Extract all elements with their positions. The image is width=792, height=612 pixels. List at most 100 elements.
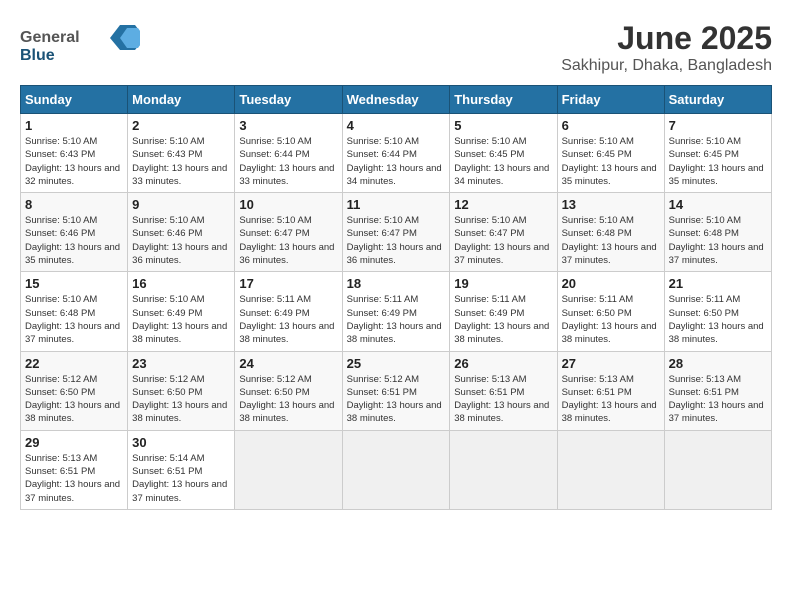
sunset-label: Sunset: 6:49 PM [347,308,417,319]
table-row: 8 Sunrise: 5:10 AM Sunset: 6:46 PM Dayli… [21,193,128,272]
table-row: 15 Sunrise: 5:10 AM Sunset: 6:48 PM Dayl… [21,272,128,351]
day-number: 30 [132,435,230,450]
daylight-label: Daylight: 13 hours and 37 minutes. [669,400,764,424]
sunrise-label: Sunrise: 5:10 AM [132,215,204,226]
sunrise-label: Sunrise: 5:12 AM [25,374,97,385]
sunset-label: Sunset: 6:47 PM [347,228,417,239]
col-monday: Monday [128,86,235,114]
daylight-label: Daylight: 13 hours and 34 minutes. [454,163,549,187]
sunset-label: Sunset: 6:50 PM [669,308,739,319]
table-row: 14 Sunrise: 5:10 AM Sunset: 6:48 PM Dayl… [664,193,771,272]
day-number: 20 [562,276,660,291]
day-number: 11 [347,197,446,212]
sunrise-label: Sunrise: 5:10 AM [132,136,204,147]
sunset-label: Sunset: 6:44 PM [239,149,309,160]
title-area: June 2025 Sakhipur, Dhaka, Bangladesh [561,20,772,75]
sunset-label: Sunset: 6:49 PM [239,308,309,319]
sunset-label: Sunset: 6:51 PM [132,466,202,477]
table-row: 4 Sunrise: 5:10 AM Sunset: 6:44 PM Dayli… [342,114,450,193]
month-year-title: June 2025 [561,20,772,57]
daylight-label: Daylight: 13 hours and 36 minutes. [239,242,334,266]
sunset-label: Sunset: 6:43 PM [25,149,95,160]
day-detail: Sunrise: 5:10 AM Sunset: 6:47 PM Dayligh… [347,214,446,267]
day-detail: Sunrise: 5:13 AM Sunset: 6:51 PM Dayligh… [562,373,660,426]
sunset-label: Sunset: 6:51 PM [562,387,632,398]
table-row: 24 Sunrise: 5:12 AM Sunset: 6:50 PM Dayl… [235,351,342,430]
day-detail: Sunrise: 5:10 AM Sunset: 6:45 PM Dayligh… [562,135,660,188]
sunset-label: Sunset: 6:48 PM [25,308,95,319]
table-row: 18 Sunrise: 5:11 AM Sunset: 6:49 PM Dayl… [342,272,450,351]
sunrise-label: Sunrise: 5:10 AM [25,136,97,147]
table-row [664,430,771,509]
calendar-week-row: 1 Sunrise: 5:10 AM Sunset: 6:43 PM Dayli… [21,114,772,193]
table-row: 11 Sunrise: 5:10 AM Sunset: 6:47 PM Dayl… [342,193,450,272]
day-detail: Sunrise: 5:13 AM Sunset: 6:51 PM Dayligh… [454,373,552,426]
day-detail: Sunrise: 5:10 AM Sunset: 6:49 PM Dayligh… [132,293,230,346]
day-number: 1 [25,118,123,133]
day-number: 15 [25,276,123,291]
daylight-label: Daylight: 13 hours and 37 minutes. [562,242,657,266]
sunset-label: Sunset: 6:50 PM [25,387,95,398]
sunrise-label: Sunrise: 5:13 AM [669,374,741,385]
day-number: 14 [669,197,767,212]
sunset-label: Sunset: 6:47 PM [239,228,309,239]
sunrise-label: Sunrise: 5:10 AM [562,136,634,147]
day-detail: Sunrise: 5:13 AM Sunset: 6:51 PM Dayligh… [669,373,767,426]
table-row: 26 Sunrise: 5:13 AM Sunset: 6:51 PM Dayl… [450,351,557,430]
sunrise-label: Sunrise: 5:11 AM [562,294,634,305]
table-row: 19 Sunrise: 5:11 AM Sunset: 6:49 PM Dayl… [450,272,557,351]
sunrise-label: Sunrise: 5:11 AM [239,294,311,305]
sunset-label: Sunset: 6:44 PM [347,149,417,160]
daylight-label: Daylight: 13 hours and 38 minutes. [132,321,227,345]
table-row: 3 Sunrise: 5:10 AM Sunset: 6:44 PM Dayli… [235,114,342,193]
day-number: 6 [562,118,660,133]
day-detail: Sunrise: 5:10 AM Sunset: 6:47 PM Dayligh… [239,214,337,267]
day-number: 16 [132,276,230,291]
sunset-label: Sunset: 6:45 PM [562,149,632,160]
sunset-label: Sunset: 6:48 PM [669,228,739,239]
daylight-label: Daylight: 13 hours and 34 minutes. [347,163,442,187]
daylight-label: Daylight: 13 hours and 38 minutes. [669,321,764,345]
day-detail: Sunrise: 5:10 AM Sunset: 6:43 PM Dayligh… [25,135,123,188]
day-detail: Sunrise: 5:10 AM Sunset: 6:45 PM Dayligh… [454,135,552,188]
day-detail: Sunrise: 5:14 AM Sunset: 6:51 PM Dayligh… [132,452,230,505]
daylight-label: Daylight: 13 hours and 37 minutes. [132,479,227,503]
day-detail: Sunrise: 5:11 AM Sunset: 6:50 PM Dayligh… [669,293,767,346]
sunrise-label: Sunrise: 5:12 AM [239,374,311,385]
daylight-label: Daylight: 13 hours and 37 minutes. [25,479,120,503]
day-detail: Sunrise: 5:10 AM Sunset: 6:47 PM Dayligh… [454,214,552,267]
sunset-label: Sunset: 6:49 PM [132,308,202,319]
daylight-label: Daylight: 13 hours and 38 minutes. [25,400,120,424]
daylight-label: Daylight: 13 hours and 33 minutes. [132,163,227,187]
day-detail: Sunrise: 5:10 AM Sunset: 6:48 PM Dayligh… [25,293,123,346]
sunrise-label: Sunrise: 5:13 AM [562,374,634,385]
day-detail: Sunrise: 5:10 AM Sunset: 6:46 PM Dayligh… [132,214,230,267]
day-number: 26 [454,356,552,371]
sunrise-label: Sunrise: 5:10 AM [25,215,97,226]
sunset-label: Sunset: 6:45 PM [454,149,524,160]
table-row: 5 Sunrise: 5:10 AM Sunset: 6:45 PM Dayli… [450,114,557,193]
day-detail: Sunrise: 5:12 AM Sunset: 6:50 PM Dayligh… [25,373,123,426]
sunrise-label: Sunrise: 5:13 AM [25,453,97,464]
day-number: 24 [239,356,337,371]
sunset-label: Sunset: 6:50 PM [239,387,309,398]
day-number: 4 [347,118,446,133]
table-row: 22 Sunrise: 5:12 AM Sunset: 6:50 PM Dayl… [21,351,128,430]
sunrise-label: Sunrise: 5:10 AM [669,136,741,147]
day-number: 18 [347,276,446,291]
table-row [450,430,557,509]
calendar-week-row: 8 Sunrise: 5:10 AM Sunset: 6:46 PM Dayli… [21,193,772,272]
table-row: 29 Sunrise: 5:13 AM Sunset: 6:51 PM Dayl… [21,430,128,509]
page-header: General Blue June 2025 Sakhipur, Dhaka, … [20,20,772,75]
col-wednesday: Wednesday [342,86,450,114]
sunset-label: Sunset: 6:51 PM [454,387,524,398]
daylight-label: Daylight: 13 hours and 36 minutes. [347,242,442,266]
location-subtitle: Sakhipur, Dhaka, Bangladesh [561,57,772,75]
svg-text:Blue: Blue [20,47,55,64]
day-number: 2 [132,118,230,133]
table-row: 1 Sunrise: 5:10 AM Sunset: 6:43 PM Dayli… [21,114,128,193]
table-row: 21 Sunrise: 5:11 AM Sunset: 6:50 PM Dayl… [664,272,771,351]
day-detail: Sunrise: 5:13 AM Sunset: 6:51 PM Dayligh… [25,452,123,505]
sunrise-label: Sunrise: 5:10 AM [239,215,311,226]
sunrise-label: Sunrise: 5:12 AM [347,374,419,385]
